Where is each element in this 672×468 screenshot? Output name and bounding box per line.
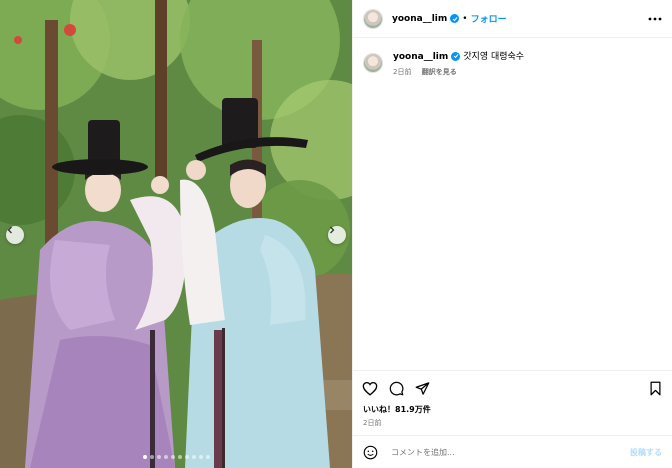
- caption-time: 2日前: [393, 68, 412, 76]
- caption-username[interactable]: yoona__lim: [393, 52, 448, 62]
- bookmark-icon: [650, 381, 660, 395]
- action-section: いいね！81.9万件 2日前: [353, 370, 672, 435]
- chevron-right-icon: [330, 226, 335, 234]
- verified-badge-icon: [451, 51, 461, 61]
- comment-bubble-icon: [389, 381, 403, 395]
- caption-body: yoona__lim 갓지영 대령숙수 2日前 翻訳を見る: [393, 51, 524, 370]
- carousel-dot: [156, 455, 161, 459]
- post-comment-button[interactable]: 投稿する: [630, 447, 662, 458]
- header-username[interactable]: yoona__lim: [392, 14, 447, 24]
- save-button[interactable]: [646, 379, 664, 397]
- share-button[interactable]: [413, 379, 431, 397]
- avatar[interactable]: [363, 8, 383, 29]
- more-options-button[interactable]: [648, 17, 662, 21]
- see-translation-link[interactable]: 翻訳を見る: [422, 68, 457, 76]
- caption-line: yoona__lim 갓지영 대령숙수: [393, 51, 524, 63]
- like-button[interactable]: [361, 379, 379, 397]
- chevron-left-icon: [7, 226, 12, 234]
- carousel-dot: [198, 455, 203, 459]
- caption-avatar[interactable]: [363, 53, 383, 73]
- carousel-dot: [170, 455, 175, 459]
- post-side-panel: yoona__lim • フォロー yoona__lim 갓지영 대령숙수 2日前: [352, 0, 672, 468]
- post-caption: yoona__lim 갓지영 대령숙수 2日前 翻訳を見る: [353, 38, 672, 370]
- paper-plane-icon: [415, 381, 429, 395]
- carousel-next-button[interactable]: [328, 226, 346, 244]
- carousel-dot: [142, 455, 147, 459]
- photo-illustration: [0, 0, 352, 468]
- verified-badge-icon: [450, 14, 460, 23]
- carousel-dot: [177, 455, 182, 459]
- post-header: yoona__lim • フォロー: [353, 0, 672, 38]
- action-bar: [361, 378, 664, 398]
- carousel-prev-button[interactable]: [6, 226, 24, 244]
- carousel-dot: [191, 455, 196, 459]
- more-horizontal-icon: [648, 17, 662, 20]
- caption-text: 갓지영 대령숙수: [463, 52, 525, 62]
- follow-button[interactable]: フォロー: [471, 12, 507, 25]
- post-photo[interactable]: [0, 0, 352, 468]
- instagram-post: yoona__lim • フォロー yoona__lim 갓지영 대령숙수 2日前: [0, 0, 672, 468]
- caption-meta: 2日前 翻訳を見る: [393, 67, 524, 77]
- comment-input[interactable]: [391, 447, 630, 457]
- carousel-dot: [184, 455, 189, 459]
- heart-icon: [362, 381, 378, 396]
- header-separator: •: [462, 13, 468, 24]
- carousel-dot: [149, 455, 154, 459]
- carousel-dot: [205, 455, 210, 459]
- smiley-icon: [363, 445, 378, 459]
- like-count[interactable]: いいね！81.9万件: [361, 404, 664, 415]
- post-date[interactable]: 2日前: [361, 418, 664, 428]
- comment-composer: 投稿する: [353, 435, 672, 468]
- carousel-dot: [163, 455, 168, 459]
- comment-button[interactable]: [387, 379, 405, 397]
- carousel-indicator: [0, 455, 352, 459]
- emoji-button[interactable]: [363, 444, 379, 460]
